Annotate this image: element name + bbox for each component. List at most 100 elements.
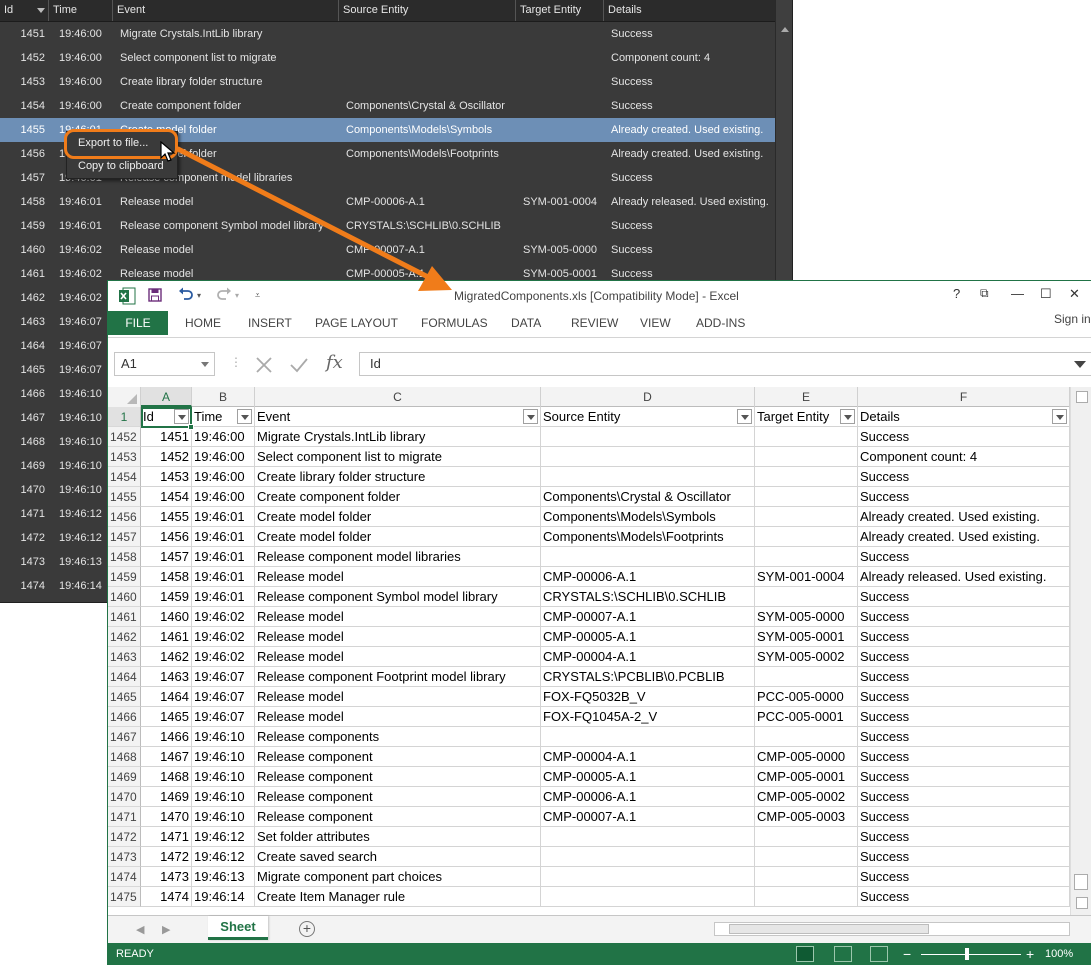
fill-handle[interactable] bbox=[188, 424, 194, 430]
undo-icon[interactable] bbox=[178, 287, 194, 301]
log-row[interactable]: 1454 19:46:00 Create component folder Compo… bbox=[0, 94, 775, 118]
cell-event[interactable]: Release components bbox=[255, 727, 541, 747]
cell-target[interactable] bbox=[755, 447, 858, 467]
cell-event[interactable]: Release model bbox=[255, 607, 541, 627]
cell-event[interactable]: Create saved search bbox=[255, 847, 541, 867]
header-cell[interactable]: Target Entity bbox=[755, 407, 858, 427]
cell-source[interactable] bbox=[541, 887, 755, 907]
cell-details[interactable]: Success bbox=[858, 807, 1070, 827]
undo-dropdown-icon[interactable]: ▾ bbox=[197, 291, 201, 300]
tab-data[interactable]: DATA bbox=[511, 311, 541, 335]
cell-details[interactable]: Success bbox=[858, 467, 1070, 487]
cell-event[interactable]: Migrate Crystals.IntLib library bbox=[255, 427, 541, 447]
cell-id[interactable]: 1454 bbox=[141, 487, 192, 507]
cell-time[interactable]: 19:46:10 bbox=[192, 787, 255, 807]
cell-time[interactable]: 19:46:10 bbox=[192, 727, 255, 747]
cell-time[interactable]: 19:46:10 bbox=[192, 747, 255, 767]
cell-details[interactable]: Already created. Used existing. bbox=[858, 507, 1070, 527]
cell-details[interactable]: Success bbox=[858, 867, 1070, 887]
col-header-d[interactable]: D bbox=[541, 387, 755, 407]
cell-id[interactable]: 1462 bbox=[141, 647, 192, 667]
cell-source[interactable]: FOX-FQ5032B_V bbox=[541, 687, 755, 707]
cell-id[interactable]: 1451 bbox=[141, 427, 192, 447]
close-icon[interactable]: ✕ bbox=[1069, 286, 1080, 302]
cell-event[interactable]: Release component bbox=[255, 787, 541, 807]
row-number[interactable]: 1458 bbox=[108, 547, 141, 567]
ribbon-display-icon[interactable]: ⧉ bbox=[980, 286, 989, 301]
log-row[interactable]: 1451 19:46:00 Migrate Crystals.IntLib libr… bbox=[0, 22, 775, 46]
next-sheet-icon[interactable]: ▶ bbox=[162, 923, 170, 936]
expand-formula-bar-icon[interactable] bbox=[1074, 361, 1086, 368]
customize-toolbar-icon[interactable]: ⩡ bbox=[255, 290, 260, 301]
cell-source[interactable] bbox=[541, 427, 755, 447]
row-number[interactable]: 1 bbox=[108, 407, 141, 427]
cell-time[interactable]: 19:46:01 bbox=[192, 527, 255, 547]
cell-time[interactable]: 19:46:01 bbox=[192, 547, 255, 567]
cell-event[interactable]: Release component model libraries bbox=[255, 547, 541, 567]
col-header-f[interactable]: F bbox=[858, 387, 1070, 407]
log-col-source[interactable]: Source Entity bbox=[339, 0, 516, 21]
log-row[interactable]: 1452 19:46:00 Select component list to mig… bbox=[0, 46, 775, 70]
cell-event[interactable]: Release component Footprint model librar… bbox=[255, 667, 541, 687]
redo-icon[interactable] bbox=[216, 287, 232, 301]
row-number[interactable]: 1466 bbox=[108, 707, 141, 727]
cell-time[interactable]: 19:46:02 bbox=[192, 627, 255, 647]
header-cell[interactable]: Event bbox=[255, 407, 541, 427]
worksheet-grid[interactable]: A B C D E F 1 Id Time Event Source Entity Tar… bbox=[108, 387, 1070, 913]
filter-dropdown-icon[interactable] bbox=[840, 409, 855, 424]
cell-target[interactable] bbox=[755, 727, 858, 747]
row-number[interactable]: 1457 bbox=[108, 527, 141, 547]
scroll-thumb[interactable] bbox=[1074, 874, 1088, 890]
cell-target[interactable] bbox=[755, 667, 858, 687]
scroll-up-icon[interactable] bbox=[781, 27, 789, 32]
cell-details[interactable]: Success bbox=[858, 667, 1070, 687]
cell-source[interactable] bbox=[541, 467, 755, 487]
cell-target[interactable] bbox=[755, 887, 858, 907]
row-number[interactable]: 1456 bbox=[108, 507, 141, 527]
cell-id[interactable]: 1466 bbox=[141, 727, 192, 747]
cell-details[interactable]: Success bbox=[858, 607, 1070, 627]
cell-target[interactable] bbox=[755, 507, 858, 527]
log-col-time[interactable]: Time bbox=[49, 0, 113, 21]
add-sheet-icon[interactable]: + bbox=[299, 921, 315, 937]
cell-event[interactable]: Select component list to migrate bbox=[255, 447, 541, 467]
cell-source[interactable]: CMP-00004-A.1 bbox=[541, 647, 755, 667]
row-number[interactable]: 1453 bbox=[108, 447, 141, 467]
insert-function-icon[interactable]: fx bbox=[326, 352, 343, 373]
cell-source[interactable]: CMP-00005-A.1 bbox=[541, 627, 755, 647]
row-number[interactable]: 1469 bbox=[108, 767, 141, 787]
cell-event[interactable]: Create Item Manager rule bbox=[255, 887, 541, 907]
cell-details[interactable]: Success bbox=[858, 747, 1070, 767]
cell-time[interactable]: 19:46:12 bbox=[192, 847, 255, 867]
log-col-id[interactable]: Id bbox=[0, 0, 49, 21]
cell-event[interactable]: Release model bbox=[255, 647, 541, 667]
zoom-out-icon[interactable]: − bbox=[903, 946, 911, 962]
cell-target[interactable]: SYM-005-0000 bbox=[755, 607, 858, 627]
col-header-a[interactable]: A bbox=[141, 387, 192, 407]
minimize-icon[interactable]: — bbox=[1011, 286, 1024, 301]
cell-event[interactable]: Release model bbox=[255, 707, 541, 727]
cell-time[interactable]: 19:46:01 bbox=[192, 587, 255, 607]
redo-dropdown-icon[interactable]: ▾ bbox=[235, 291, 239, 300]
cell-details[interactable]: Already released. Used existing. bbox=[858, 567, 1070, 587]
row-number[interactable]: 1464 bbox=[108, 667, 141, 687]
header-cell[interactable]: Time bbox=[192, 407, 255, 427]
scroll-down-icon[interactable] bbox=[1076, 897, 1088, 909]
sign-in-link[interactable]: Sign in bbox=[1054, 311, 1091, 327]
cell-time[interactable]: 19:46:00 bbox=[192, 467, 255, 487]
cell-target[interactable] bbox=[755, 827, 858, 847]
save-icon[interactable] bbox=[148, 288, 162, 302]
cell-id[interactable]: 1456 bbox=[141, 527, 192, 547]
log-col-details[interactable]: Details bbox=[604, 0, 775, 21]
tab-review[interactable]: REVIEW bbox=[571, 311, 618, 335]
cell-source[interactable]: CMP-00006-A.1 bbox=[541, 567, 755, 587]
cell-details[interactable]: Success bbox=[858, 727, 1070, 747]
cell-details[interactable]: Success bbox=[858, 687, 1070, 707]
cell-target[interactable] bbox=[755, 547, 858, 567]
cell-time[interactable]: 19:46:02 bbox=[192, 647, 255, 667]
cell-details[interactable]: Success bbox=[858, 547, 1070, 567]
help-icon[interactable]: ? bbox=[953, 286, 960, 301]
filter-dropdown-icon[interactable] bbox=[1052, 409, 1067, 424]
cell-id[interactable]: 1463 bbox=[141, 667, 192, 687]
cell-id[interactable]: 1473 bbox=[141, 867, 192, 887]
